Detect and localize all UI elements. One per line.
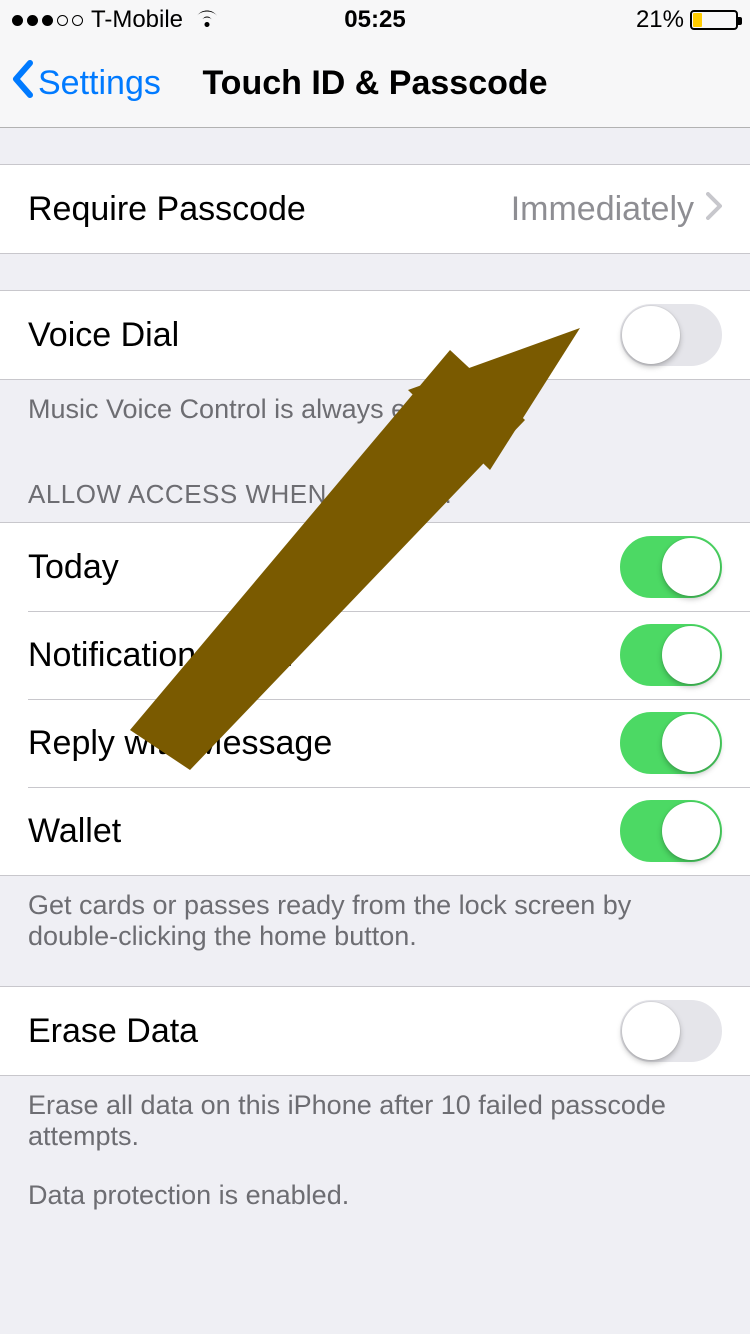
erase-data-toggle[interactable] [620, 1000, 722, 1062]
battery-percent: 21% [636, 6, 684, 34]
notifications-view-label: Notifications View [28, 636, 620, 675]
require-passcode-value: Immediately [511, 190, 694, 229]
erase-data-label: Erase Data [28, 1012, 620, 1051]
allow-access-footer: Get cards or passes ready from the lock … [0, 876, 750, 966]
carrier-label: T-Mobile [91, 6, 183, 34]
wallet-cell: Wallet [0, 787, 750, 875]
require-passcode-label: Require Passcode [28, 190, 511, 229]
status-left: T-Mobile [12, 6, 221, 34]
back-button[interactable]: Settings [10, 59, 161, 108]
allow-access-header: ALLOW ACCESS WHEN LOCKED: [0, 439, 750, 522]
wallet-toggle[interactable] [620, 800, 722, 862]
voice-dial-cell: Voice Dial [0, 291, 750, 379]
nav-bar: Settings Touch ID & Passcode [0, 40, 750, 128]
back-label: Settings [38, 64, 161, 103]
notifications-view-cell: Notifications View [0, 611, 750, 699]
wallet-label: Wallet [28, 812, 620, 851]
voice-dial-footer: Music Voice Control is always enabled. [0, 380, 750, 439]
voice-dial-toggle[interactable] [620, 304, 722, 366]
wifi-icon [193, 6, 221, 34]
require-passcode-cell[interactable]: Require Passcode Immediately [0, 165, 750, 253]
today-cell: Today [0, 523, 750, 611]
status-bar: T-Mobile 05:25 21% [0, 0, 750, 40]
battery-icon [690, 10, 738, 30]
reply-with-message-label: Reply with Message [28, 724, 620, 763]
reply-with-message-cell: Reply with Message [0, 699, 750, 787]
voice-dial-label: Voice Dial [28, 316, 620, 355]
erase-data-cell: Erase Data [0, 987, 750, 1075]
signal-strength-icon [12, 15, 83, 26]
erase-footer-line1: Erase all data on this iPhone after 10 f… [28, 1090, 722, 1152]
voice-dial-group: Voice Dial [0, 290, 750, 380]
chevron-left-icon [10, 59, 34, 108]
status-right: 21% [636, 6, 738, 34]
erase-data-group: Erase Data [0, 986, 750, 1076]
require-passcode-group: Require Passcode Immediately [0, 164, 750, 254]
reply-with-message-toggle[interactable] [620, 712, 722, 774]
today-toggle[interactable] [620, 536, 722, 598]
erase-footer-line2: Data protection is enabled. [28, 1180, 722, 1211]
notifications-view-toggle[interactable] [620, 624, 722, 686]
today-label: Today [28, 548, 620, 587]
chevron-right-icon [706, 190, 722, 229]
allow-access-group: Today Notifications View Reply with Mess… [0, 522, 750, 876]
erase-data-footer: Erase all data on this iPhone after 10 f… [0, 1076, 750, 1225]
